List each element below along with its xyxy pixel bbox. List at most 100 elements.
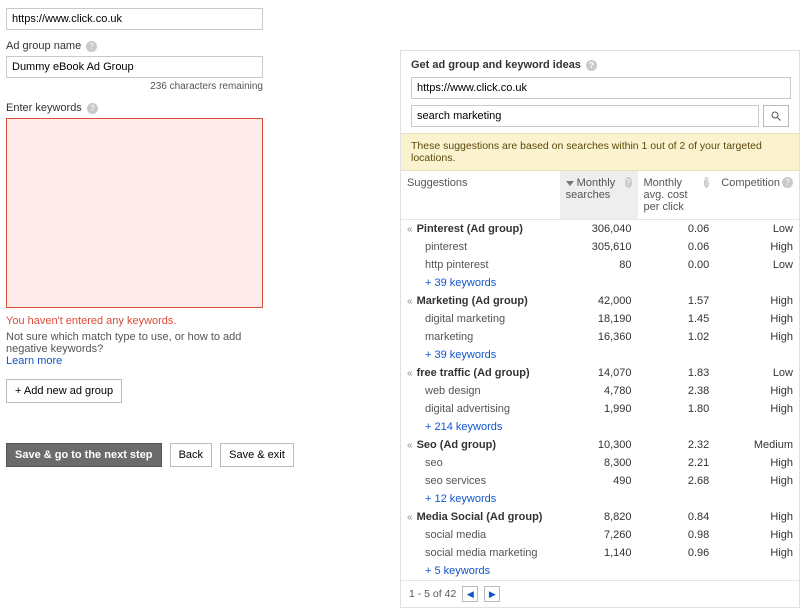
keyword-row[interactable]: web design <box>407 385 481 397</box>
monthly-searches-value: 18,190 <box>560 310 638 328</box>
ad-group-name-input[interactable] <box>6 56 263 78</box>
keyword-row[interactable]: http pinterest <box>407 259 489 271</box>
ad-group-row[interactable]: Pinterest (Ad group) <box>417 223 523 235</box>
keyword-row[interactable]: social media marketing <box>407 547 538 559</box>
landing-url-input[interactable] <box>6 8 263 30</box>
monthly-searches-value: 80 <box>560 256 638 274</box>
help-icon[interactable]: ? <box>87 103 98 114</box>
competition-value: High <box>715 382 799 400</box>
panel-title-text: Get ad group and keyword ideas <box>411 59 581 71</box>
chevron-left-icon[interactable]: « <box>407 368 413 379</box>
more-keywords-link[interactable]: + 214 keywords <box>407 421 502 433</box>
pager-text: 1 - 5 of 42 <box>409 588 456 600</box>
ad-group-row[interactable]: Seo (Ad group) <box>417 439 496 451</box>
competition-value: Low <box>715 220 799 239</box>
search-icon <box>770 110 782 122</box>
keyword-row[interactable]: pinterest <box>407 241 467 253</box>
more-keywords-link[interactable]: + 39 keywords <box>407 277 496 289</box>
col-suggestions-label: Suggestions <box>407 177 468 189</box>
pager-next-button[interactable]: ▶ <box>484 586 500 602</box>
add-ad-group-button[interactable]: + Add new ad group <box>6 379 122 403</box>
save-exit-button[interactable]: Save & exit <box>220 443 294 467</box>
chevron-left-icon[interactable]: « <box>407 512 413 523</box>
enter-keywords-label-text: Enter keywords <box>6 102 82 114</box>
cpc-value: 2.21 <box>638 454 716 472</box>
keyword-ideas-panel: Get ad group and keyword ideas ? These s… <box>400 50 800 608</box>
competition-value: Medium <box>715 436 799 454</box>
cpc-value: 1.45 <box>638 310 716 328</box>
help-icon[interactable]: ? <box>625 177 631 188</box>
chevron-left-icon[interactable]: « <box>407 224 413 235</box>
help-icon[interactable]: ? <box>782 177 793 188</box>
keyword-row[interactable]: social media <box>407 529 486 541</box>
keyword-row[interactable]: seo services <box>407 475 486 487</box>
cpc-value: 1.57 <box>638 292 716 310</box>
monthly-searches-value: 1,990 <box>560 400 638 418</box>
suggestions-table: Suggestions Monthly searches? Monthly av… <box>401 171 799 580</box>
competition-value: High <box>715 400 799 418</box>
panel-title: Get ad group and keyword ideas ? <box>401 51 799 77</box>
competition-value: High <box>715 472 799 490</box>
cpc-value: 0.06 <box>638 220 716 239</box>
help-icon[interactable]: ? <box>704 177 709 188</box>
col-cpc-label: Monthly avg. cost per click <box>644 177 703 213</box>
ad-group-name-label-text: Ad group name <box>6 40 81 52</box>
competition-value: High <box>715 328 799 346</box>
more-keywords-link[interactable]: + 12 keywords <box>407 493 496 505</box>
pager-prev-button[interactable]: ◀ <box>462 586 478 602</box>
pager: 1 - 5 of 42 ◀ ▶ <box>401 580 799 607</box>
keywords-textarea[interactable] <box>6 118 263 308</box>
chars-remaining-text: 236 characters remaining <box>6 81 263 92</box>
cpc-value: 0.98 <box>638 526 716 544</box>
competition-value: High <box>715 292 799 310</box>
panel-url-input[interactable] <box>411 77 791 99</box>
learn-more-link[interactable]: Learn more <box>6 355 62 367</box>
chevron-left-icon[interactable]: « <box>407 440 413 451</box>
cpc-value: 1.80 <box>638 400 716 418</box>
keyword-row[interactable]: seo <box>407 457 443 469</box>
cpc-value: 1.83 <box>638 364 716 382</box>
chevron-left-icon[interactable]: « <box>407 296 413 307</box>
more-keywords-link[interactable]: + 39 keywords <box>407 349 496 361</box>
competition-value: High <box>715 526 799 544</box>
competition-value: High <box>715 310 799 328</box>
cpc-value: 0.96 <box>638 544 716 562</box>
monthly-searches-value: 305,610 <box>560 238 638 256</box>
col-suggestions[interactable]: Suggestions <box>401 171 560 220</box>
cpc-value: 2.68 <box>638 472 716 490</box>
ad-group-row[interactable]: free traffic (Ad group) <box>417 367 530 379</box>
keyword-row[interactable]: marketing <box>407 331 473 343</box>
save-next-button[interactable]: Save & go to the next step <box>6 443 162 467</box>
search-button[interactable] <box>763 105 789 127</box>
panel-search-input[interactable] <box>411 105 759 127</box>
competition-value: High <box>715 544 799 562</box>
help-icon[interactable]: ? <box>86 41 97 52</box>
ad-group-row[interactable]: Media Social (Ad group) <box>417 511 543 523</box>
location-notice: These suggestions are based on searches … <box>401 133 799 171</box>
monthly-searches-value: 42,000 <box>560 292 638 310</box>
monthly-searches-value: 8,300 <box>560 454 638 472</box>
help-icon[interactable]: ? <box>586 60 597 71</box>
more-keywords-link[interactable]: + 5 keywords <box>407 565 490 577</box>
back-button[interactable]: Back <box>170 443 212 467</box>
cpc-value: 0.84 <box>638 508 716 526</box>
monthly-searches-value: 10,300 <box>560 436 638 454</box>
keyword-row[interactable]: digital marketing <box>407 313 505 325</box>
ad-group-name-label: Ad group name ? <box>6 40 390 52</box>
monthly-searches-value: 14,070 <box>560 364 638 382</box>
cpc-value: 0.00 <box>638 256 716 274</box>
col-cost-per-click[interactable]: Monthly avg. cost per click? <box>638 171 716 220</box>
col-monthly-searches[interactable]: Monthly searches? <box>560 171 638 220</box>
monthly-searches-value: 306,040 <box>560 220 638 239</box>
ad-group-row[interactable]: Marketing (Ad group) <box>417 295 528 307</box>
col-competition[interactable]: Competition? <box>715 171 799 220</box>
sort-desc-icon <box>566 181 574 186</box>
cpc-value: 0.06 <box>638 238 716 256</box>
competition-value: High <box>715 238 799 256</box>
monthly-searches-value: 1,140 <box>560 544 638 562</box>
enter-keywords-label: Enter keywords ? <box>6 102 390 114</box>
cpc-value: 1.02 <box>638 328 716 346</box>
monthly-searches-value: 490 <box>560 472 638 490</box>
keyword-row[interactable]: digital advertising <box>407 403 510 415</box>
cpc-value: 2.32 <box>638 436 716 454</box>
